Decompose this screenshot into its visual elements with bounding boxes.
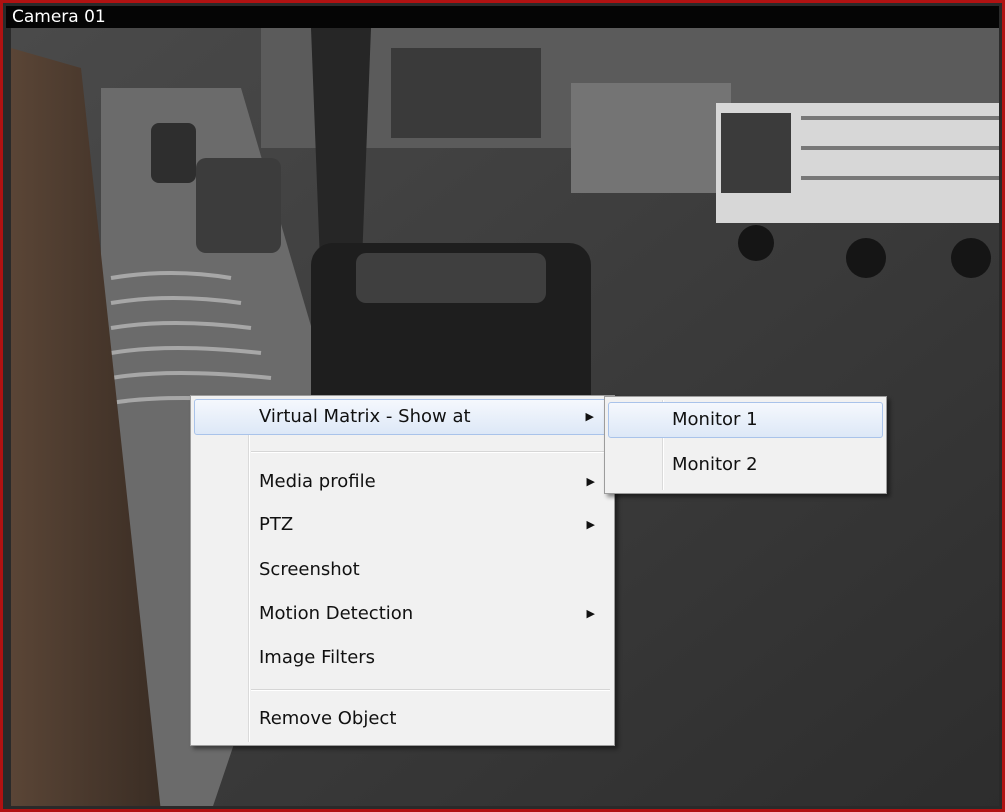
camera-title: Camera 01 [6,6,999,28]
menu-item-screenshot[interactable]: Screenshot [194,552,611,588]
menu-item-label: Virtual Matrix - Show at [259,406,471,427]
triangle-right-icon: ▶ [586,518,595,531]
menu-item-label: PTZ [259,514,294,535]
menu-item-ptz[interactable]: PTZ ▶ [194,507,611,543]
menu-item-motion-detection[interactable]: Motion Detection ▶ [194,596,611,632]
menu-item-image-filters[interactable]: Image Filters [194,640,611,676]
context-menu: Virtual Matrix - Show at ▶ Media profile… [190,395,615,746]
menu-item-label: Media profile [259,471,376,492]
menu-separator [251,689,610,691]
menu-item-media-profile[interactable]: Media profile ▶ [194,464,611,500]
menu-item-virtual-matrix[interactable]: Virtual Matrix - Show at ▶ [194,399,611,435]
submenu-item-monitor-1[interactable]: Monitor 1 [608,402,883,438]
virtual-matrix-submenu: Monitor 1 Monitor 2 [604,396,887,494]
menu-item-label: Screenshot [259,559,360,580]
menu-item-label: Remove Object [259,708,397,729]
triangle-right-icon: ▶ [586,475,595,488]
triangle-right-icon: ▶ [586,607,595,620]
menu-separator [251,451,610,453]
menu-item-label: Monitor 1 [672,409,758,430]
menu-item-remove-object[interactable]: Remove Object [194,701,611,737]
menu-item-label: Motion Detection [259,603,414,624]
triangle-right-icon: ▶ [585,410,594,423]
menu-item-label: Monitor 2 [672,454,758,475]
menu-item-label: Image Filters [259,647,376,668]
submenu-item-monitor-2[interactable]: Monitor 2 [608,447,883,483]
